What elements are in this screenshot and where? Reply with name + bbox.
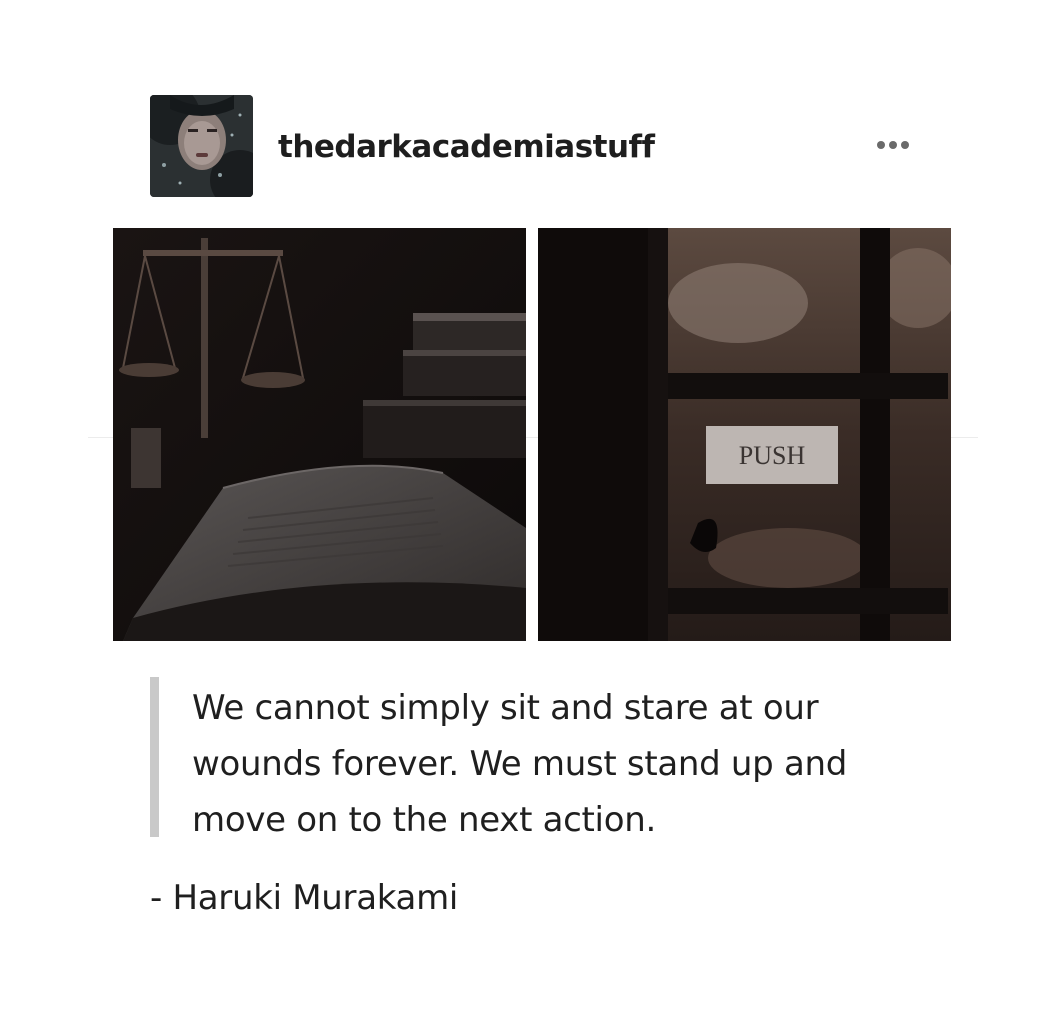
ellipsis-dot [877, 141, 885, 149]
more-options-button[interactable] [870, 133, 916, 157]
quote-text: We cannot simply sit and stare at our wo… [192, 680, 892, 848]
quote-attribution: - Haruki Murakami [150, 878, 459, 918]
tumblr-post: thedarkacademiastuff PUSH We cannot simp… [0, 0, 1064, 1028]
quote-line: We cannot simply sit and stare at our [192, 688, 819, 728]
quote-line: move on to the next action. [192, 800, 656, 840]
ellipsis-dot [901, 141, 909, 149]
avatar[interactable] [150, 95, 253, 197]
blockquote: We cannot simply sit and stare at our wo… [150, 677, 910, 840]
quote-line: wounds forever. We must stand up and [192, 744, 848, 784]
username[interactable]: thedarkacademiastuff [278, 129, 655, 165]
scales-and-open-book-photo[interactable] [113, 228, 526, 641]
ellipsis-dot [889, 141, 897, 149]
push-sign-text: PUSH [739, 441, 806, 470]
quote-bar [150, 677, 159, 837]
door-push-sign-photo[interactable]: PUSH [538, 228, 951, 641]
post-header: thedarkacademiastuff [150, 95, 920, 197]
